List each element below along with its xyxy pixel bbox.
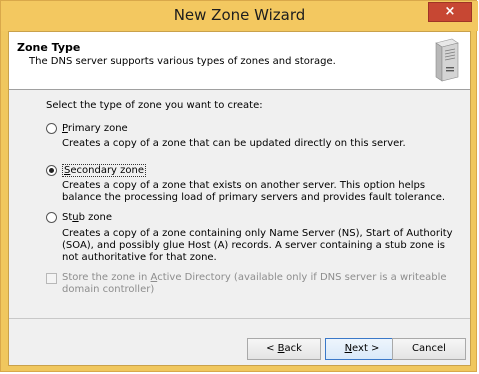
primary-zone-radio[interactable]: Primary zone	[46, 123, 128, 134]
title-bar[interactable]: New Zone Wizard ×	[1, 1, 478, 31]
secondary-zone-description: Creates a copy of a zone that exists on …	[62, 180, 446, 203]
next-button[interactable]: Next >	[325, 338, 399, 360]
secondary-zone-radio-button[interactable]	[46, 165, 57, 176]
wizard-header: Zone Type The DNS server supports variou…	[9, 32, 470, 90]
close-button[interactable]: ×	[428, 2, 472, 22]
server-tower-icon	[435, 38, 459, 82]
wizard-window: New Zone Wizard × Zone Type The DNS serv…	[0, 0, 478, 372]
secondary-zone-radio[interactable]: Secondary zone	[46, 164, 147, 177]
stub-zone-label: Stub zone	[62, 212, 113, 223]
back-button[interactable]: < Back	[247, 338, 321, 360]
stub-zone-radio-button[interactable]	[46, 212, 57, 223]
close-icon: ×	[444, 4, 456, 19]
store-in-ad-checkbox[interactable]: Store the zone in Active Directory (avai…	[46, 272, 452, 296]
primary-zone-label: Primary zone	[62, 123, 128, 134]
primary-zone-description: Creates a copy of a zone that can be upd…	[62, 138, 406, 149]
secondary-zone-label: Secondary zone	[62, 164, 147, 177]
wizard-client-area: Zone Type The DNS server supports variou…	[8, 31, 471, 366]
wizard-footer: < Back Next > Cancel	[9, 318, 470, 365]
page-title: Zone Type	[17, 41, 81, 54]
wizard-body: Select the type of zone you want to crea…	[9, 90, 470, 318]
stub-zone-description: Creates a copy of a zone containing only…	[62, 228, 453, 263]
window-title: New Zone Wizard	[173, 6, 306, 24]
store-in-ad-checkbox-box[interactable]	[46, 273, 57, 284]
page-subtitle: The DNS server supports various types of…	[29, 56, 336, 67]
stub-zone-radio[interactable]: Stub zone	[46, 212, 112, 223]
cancel-button[interactable]: Cancel	[392, 338, 466, 360]
zone-type-prompt: Select the type of zone you want to crea…	[46, 100, 263, 111]
store-in-ad-label: Store the zone in Active Directory (avai…	[62, 272, 447, 295]
primary-zone-radio-button[interactable]	[46, 123, 57, 134]
